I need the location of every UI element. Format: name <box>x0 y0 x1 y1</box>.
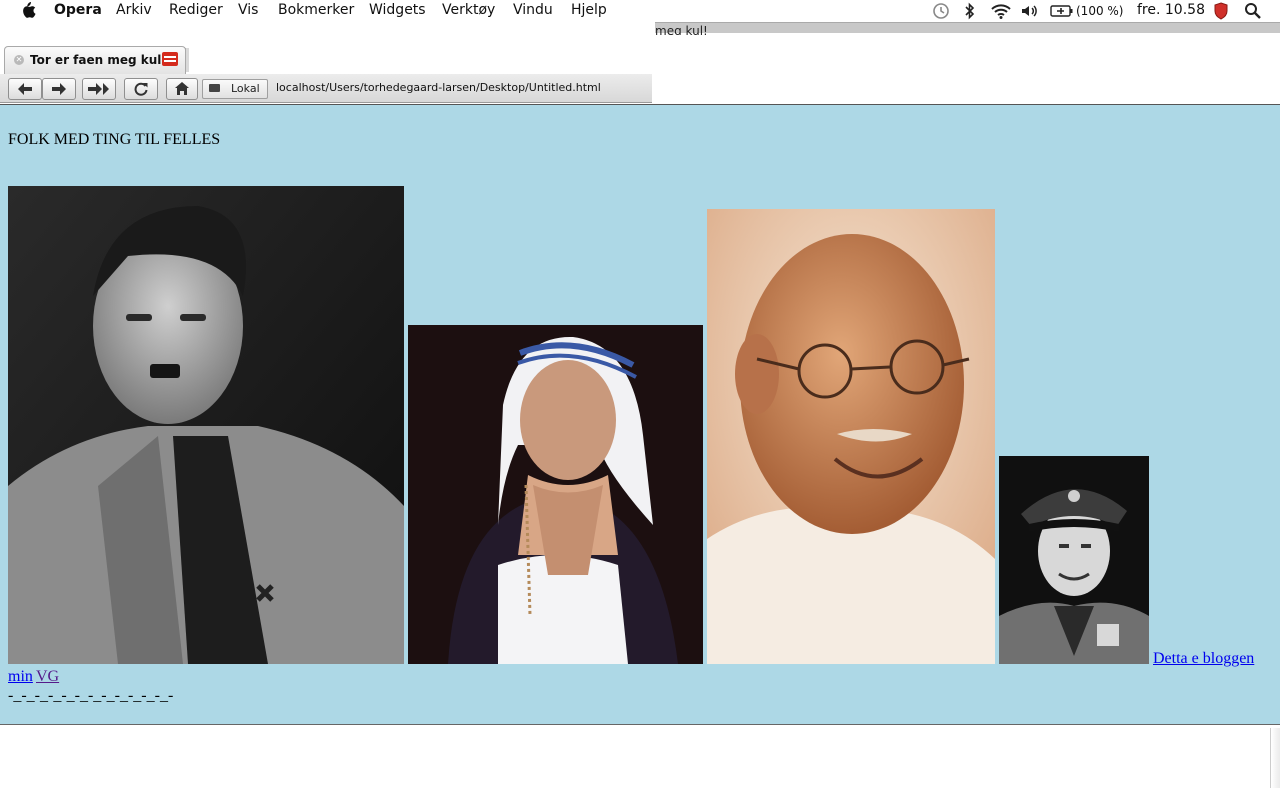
volume-icon[interactable] <box>1020 2 1040 24</box>
spotlight-search-icon[interactable] <box>1244 2 1262 24</box>
menubar-clock[interactable]: fre. 10.58 <box>1137 2 1205 18</box>
forward-button[interactable] <box>42 78 76 100</box>
photo-man-uniform-1 <box>8 186 404 664</box>
window-bottom-area <box>0 725 1280 800</box>
tab-bar: ✕ Tor er faen meg kul! <box>0 46 189 74</box>
tab-active[interactable]: ✕ Tor er faen meg kul! <box>4 46 186 74</box>
menu-widgets[interactable]: Widgets <box>369 2 426 18</box>
menu-bokmerker[interactable]: Bokmerker <box>278 2 354 18</box>
home-button[interactable] <box>166 78 198 100</box>
reload-button[interactable] <box>124 78 158 100</box>
shield-icon[interactable] <box>1214 2 1228 24</box>
photo-officer-cap <box>999 456 1149 664</box>
link-vg[interactable]: VG <box>36 668 59 686</box>
address-lokal-button[interactable]: Lokal <box>202 79 268 99</box>
menu-hjelp[interactable]: Hjelp <box>571 2 607 18</box>
wifi-icon[interactable] <box>990 2 1012 24</box>
navigation-bar: Lokal localhost/Users/torhedegaard-larse… <box>0 74 652 103</box>
address-lokal-label: Lokal <box>231 82 260 95</box>
dash-line-text: -_-_-_-_-_-_-_-_-_-_-_-_- <box>8 687 174 704</box>
menu-vis[interactable]: Vis <box>238 2 258 18</box>
background-window-text: meg kul! <box>655 25 708 35</box>
apple-menu-icon[interactable] <box>20 1 36 23</box>
menubar-status-area: (100 %) fre. 10.58 <box>930 0 1280 22</box>
back-button[interactable] <box>8 78 42 100</box>
photo-bald-man-glasses <box>707 209 995 664</box>
tab-close-icon[interactable]: ✕ <box>14 55 24 65</box>
background-window-edge <box>655 22 1280 33</box>
tab-title: Tor er faen meg kul! <box>30 53 167 67</box>
link-detta-e-bloggen[interactable]: Detta e bloggen <box>1153 650 1254 668</box>
battery-icon[interactable] <box>1050 3 1074 23</box>
menu-arkiv[interactable]: Arkiv <box>116 2 152 18</box>
menu-vindu[interactable]: Vindu <box>513 2 553 18</box>
next-tab-edge[interactable] <box>185 48 189 72</box>
battery-percent: (100 %) <box>1076 4 1124 18</box>
address-field[interactable]: localhost/Users/torhedegaard-larsen/Desk… <box>276 79 601 97</box>
monitor-icon <box>209 84 220 92</box>
bluetooth-icon[interactable] <box>964 2 976 24</box>
web-page: FOLK MED TING TIL FELLES Detta e bloggen… <box>0 105 1280 724</box>
mac-menubar: Opera Arkiv Rediger Vis Bokmerker Widget… <box>0 0 655 22</box>
fast-forward-button[interactable] <box>82 78 116 100</box>
menu-opera[interactable]: Opera <box>54 2 102 18</box>
scrollbar-edge[interactable] <box>1270 728 1280 788</box>
favicon-icon <box>162 52 178 66</box>
photo-nun-praying <box>408 325 703 664</box>
time-machine-icon[interactable] <box>932 2 950 24</box>
page-heading: FOLK MED TING TIL FELLES <box>8 131 221 148</box>
menu-rediger[interactable]: Rediger <box>169 2 223 18</box>
link-min[interactable]: min <box>8 668 33 686</box>
menu-verktoy[interactable]: Verktøy <box>442 2 495 18</box>
